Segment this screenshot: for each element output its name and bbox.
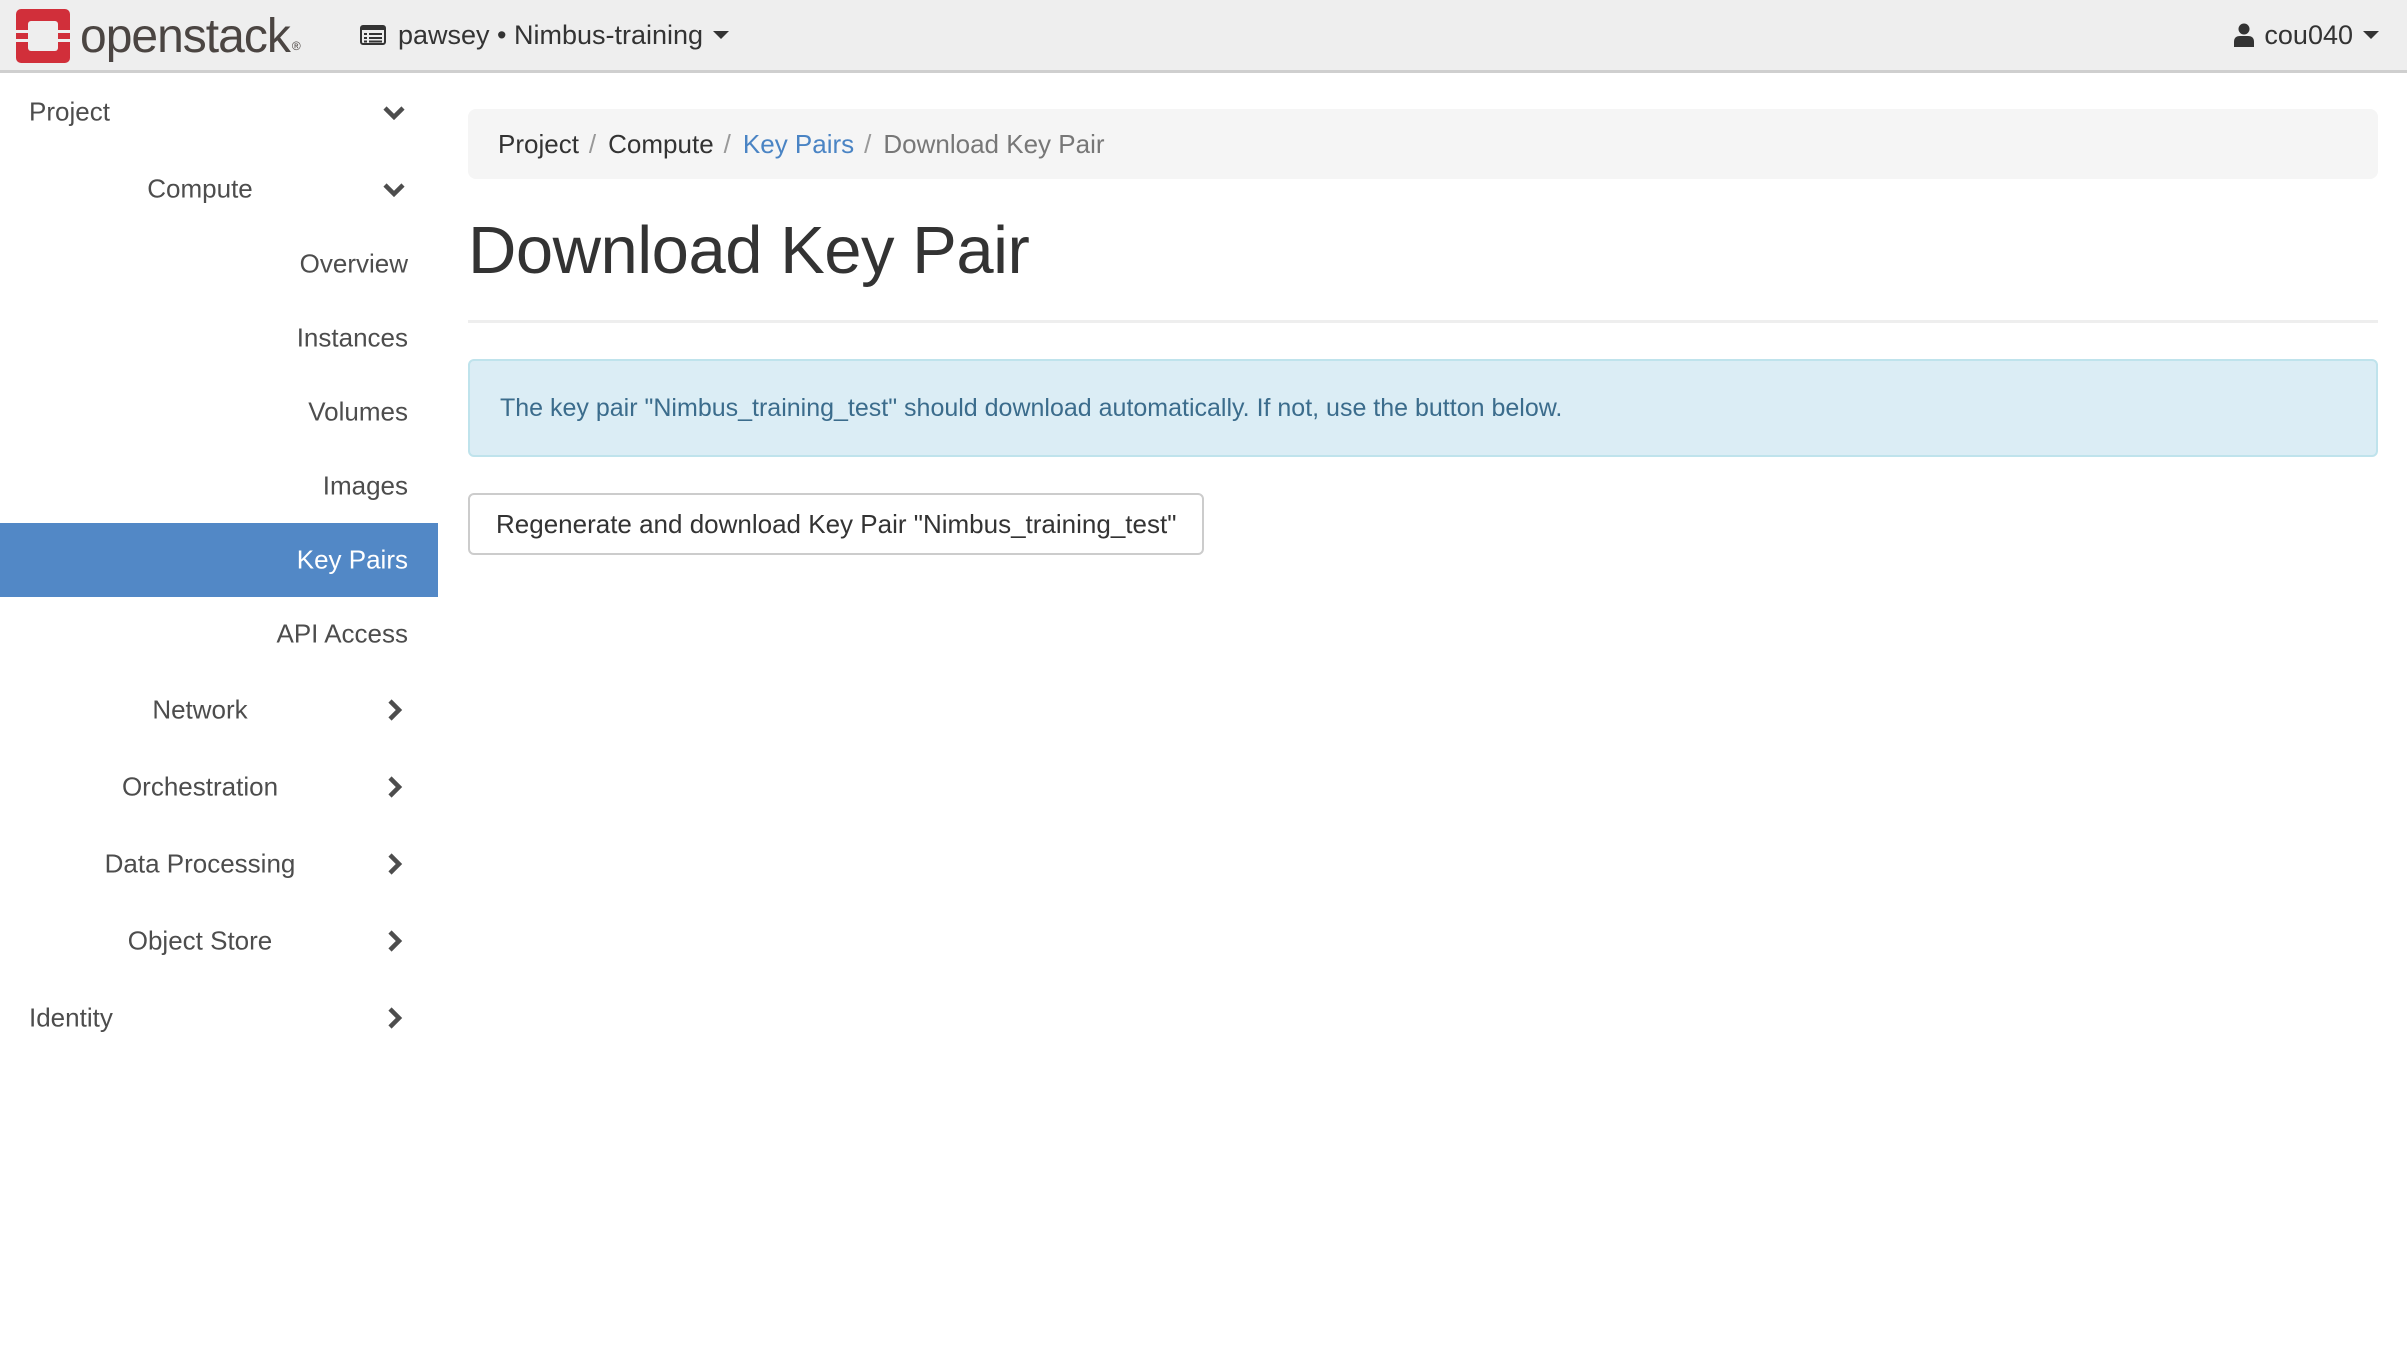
sidebar-item-orchestration[interactable]: Orchestration	[0, 748, 438, 825]
sidebar-item-identity[interactable]: Identity	[0, 979, 438, 1056]
sidebar-item-label: Identity	[29, 1002, 113, 1032]
sidebar: Project Compute Overview Instances Volum…	[0, 73, 438, 1056]
sidebar-item-volumes[interactable]: Volumes	[0, 375, 438, 449]
sidebar-item-label: Object Store	[127, 925, 273, 955]
breadcrumb-current: Download Key Pair	[883, 128, 1105, 159]
registered-mark: ®	[291, 39, 301, 53]
sidebar-item-label: Overview	[299, 248, 408, 279]
username: cou040	[2264, 19, 2353, 50]
title-divider	[468, 320, 2378, 323]
caret-down-icon	[713, 31, 730, 39]
chevron-right-icon	[388, 775, 403, 798]
chevron-right-icon	[388, 1006, 403, 1029]
top-navbar: openstack ® pawsey • Nimbus-training cou…	[0, 0, 2407, 73]
sidebar-item-label: Project	[29, 96, 110, 126]
sidebar-item-key-pairs[interactable]: Key Pairs	[0, 523, 438, 597]
sidebar-item-data-processing[interactable]: Data Processing	[0, 825, 438, 902]
chevron-right-icon	[388, 698, 403, 721]
project-picker-label: pawsey • Nimbus-training	[398, 19, 704, 50]
sidebar-item-label: Images	[322, 470, 408, 501]
breadcrumb-key-pairs-link[interactable]: Key Pairs	[743, 129, 854, 160]
page-title: Download Key Pair	[468, 213, 1030, 288]
breadcrumb: Project / Compute / Key Pairs / Download…	[468, 109, 2378, 179]
sidebar-item-object-store[interactable]: Object Store	[0, 902, 438, 979]
chevron-down-icon	[383, 182, 405, 197]
sidebar-item-label: Orchestration	[121, 771, 279, 801]
user-menu-dropdown[interactable]: cou040	[2234, 0, 2379, 70]
sidebar-item-network[interactable]: Network	[0, 671, 438, 748]
openstack-logo[interactable]: openstack ®	[16, 9, 301, 63]
sidebar-item-label: Volumes	[308, 396, 408, 427]
sidebar-item-label: Compute	[147, 173, 253, 203]
sidebar-item-overview[interactable]: Overview	[0, 227, 438, 301]
sidebar-item-label: Data Processing	[104, 848, 296, 878]
sidebar-item-compute[interactable]: Compute	[0, 150, 438, 227]
project-picker-dropdown[interactable]: pawsey • Nimbus-training	[360, 0, 730, 70]
main-content: Project / Compute / Key Pairs / Download…	[468, 109, 2378, 555]
regenerate-download-button[interactable]: Regenerate and download Key Pair "Nimbus…	[468, 493, 1205, 555]
breadcrumb-compute: Compute	[608, 128, 714, 159]
sidebar-item-label: Instances	[296, 322, 408, 353]
alert-message: The key pair "Nimbus_training_test" shou…	[500, 393, 1563, 422]
sidebar-item-label: Key Pairs	[296, 544, 408, 575]
info-alert: The key pair "Nimbus_training_test" shou…	[468, 359, 2378, 457]
user-icon	[2234, 23, 2255, 47]
chevron-down-icon	[383, 105, 405, 120]
openstack-logo-icon	[16, 9, 70, 63]
chevron-right-icon	[388, 852, 403, 875]
breadcrumb-separator: /	[588, 128, 597, 159]
sidebar-item-project[interactable]: Project	[0, 73, 438, 150]
sidebar-item-api-access[interactable]: API Access	[0, 597, 438, 671]
breadcrumb-separator: /	[864, 128, 872, 159]
chevron-right-icon	[388, 929, 403, 952]
project-list-icon	[360, 25, 386, 45]
sidebar-item-label: API Access	[276, 618, 409, 649]
sidebar-item-instances[interactable]: Instances	[0, 301, 438, 375]
caret-down-icon	[2363, 31, 2379, 39]
logo-text: openstack	[80, 9, 291, 63]
sidebar-item-images[interactable]: Images	[0, 449, 438, 523]
sidebar-item-label: Network	[152, 694, 248, 724]
breadcrumb-separator: /	[723, 128, 731, 159]
breadcrumb-project: Project	[498, 128, 579, 159]
